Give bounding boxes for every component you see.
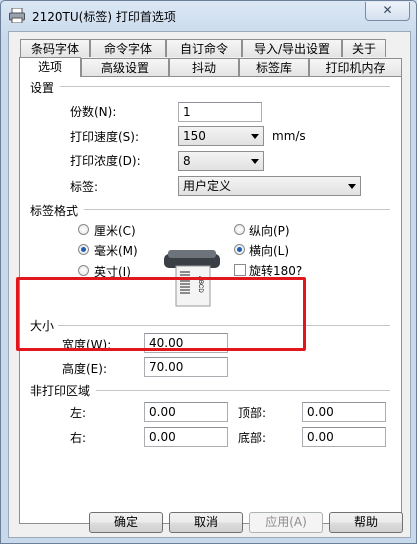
unit-mm-radio[interactable] [78, 244, 89, 255]
top-margin-input[interactable]: 0.00 [302, 402, 386, 422]
tab-printer-memory[interactable]: 打印机内存 [309, 58, 402, 76]
left-margin-input[interactable]: 0.00 [144, 402, 228, 422]
print-darkness-select[interactable]: 8 [178, 151, 264, 171]
chevron-down-icon [251, 134, 259, 139]
unprintable-group-label: 非打印区域 [30, 382, 95, 399]
tab-about[interactable]: 关于 [342, 39, 386, 57]
bottom-margin-input[interactable]: 0.00 [302, 427, 386, 447]
tab-command-font[interactable]: 命令字体 [90, 39, 166, 57]
apply-button[interactable]: 应用(A) [249, 512, 323, 533]
cancel-button[interactable]: 取消 [169, 512, 243, 533]
label-type-label: 标签: [70, 180, 99, 194]
right-margin-input[interactable]: 0.00 [144, 427, 228, 447]
tab-custom-command[interactable]: 自订命令 [166, 39, 242, 57]
title-bar[interactable]: 2120TU(标签) 打印首选项 ✕ [1, 1, 416, 31]
label-format-divider [84, 209, 390, 210]
bottom-margin-label: 底部: [238, 431, 267, 445]
size-highlight-box [16, 277, 306, 351]
tab-label-library[interactable]: 标签库 [239, 58, 309, 76]
help-button[interactable]: 帮助 [329, 512, 403, 533]
tab-dithering[interactable]: 抖动 [169, 58, 239, 76]
window-title: 2120TU(标签) 打印首选项 [32, 10, 176, 24]
rotate-180-checkbox[interactable] [234, 264, 246, 276]
copies-input[interactable]: 1 [178, 102, 262, 122]
top-margin-label: 顶部: [238, 406, 267, 420]
height-label: 高度(E): [62, 362, 107, 376]
settings-group-label: 设置 [30, 79, 59, 96]
printer-icon [9, 8, 25, 23]
close-button[interactable]: ✕ [365, 2, 410, 21]
orientation-portrait-radio[interactable] [234, 224, 245, 235]
tab-options[interactable]: 选项 [19, 57, 81, 77]
label-type-select[interactable]: 用户定义 [178, 176, 361, 196]
orientation-landscape-radio[interactable] [234, 244, 245, 255]
close-icon: ✕ [382, 3, 393, 17]
speed-unit: mm/s [272, 129, 306, 143]
height-input[interactable]: 70.00 [144, 357, 228, 377]
chevron-down-icon [348, 184, 356, 189]
unit-mm-label[interactable]: 毫米(M) [94, 242, 138, 259]
orientation-landscape-label[interactable]: 横向(L) [249, 242, 289, 259]
unit-cm-label[interactable]: 厘米(C) [94, 222, 136, 239]
print-speed-label: 打印速度(S): [70, 130, 140, 144]
orientation-portrait-label[interactable]: 纵向(P) [249, 222, 290, 239]
right-margin-label: 右: [70, 431, 87, 445]
print-speed-select[interactable]: 150 [178, 126, 264, 146]
print-darkness-label: 打印浓度(D): [70, 154, 141, 168]
tab-advanced[interactable]: 高级设置 [81, 58, 169, 76]
tab-import-export[interactable]: 导入/导出设置 [242, 39, 342, 57]
unprintable-divider [96, 390, 390, 391]
unit-cm-radio[interactable] [78, 224, 89, 235]
unit-inch-radio[interactable] [78, 265, 89, 276]
preferences-window: 2120TU(标签) 打印首选项 ✕ 条码字体 命令字体 自订命令 导入/导出设… [0, 0, 417, 544]
left-margin-label: 左: [70, 406, 87, 420]
copies-label: 份数(N): [70, 105, 117, 119]
chevron-down-icon [251, 159, 259, 164]
settings-divider [60, 86, 390, 87]
tab-barcode-font[interactable]: 条码字体 [20, 39, 90, 57]
label-format-group-label: 标签格式 [30, 202, 83, 219]
ok-button[interactable]: 确定 [89, 512, 163, 533]
